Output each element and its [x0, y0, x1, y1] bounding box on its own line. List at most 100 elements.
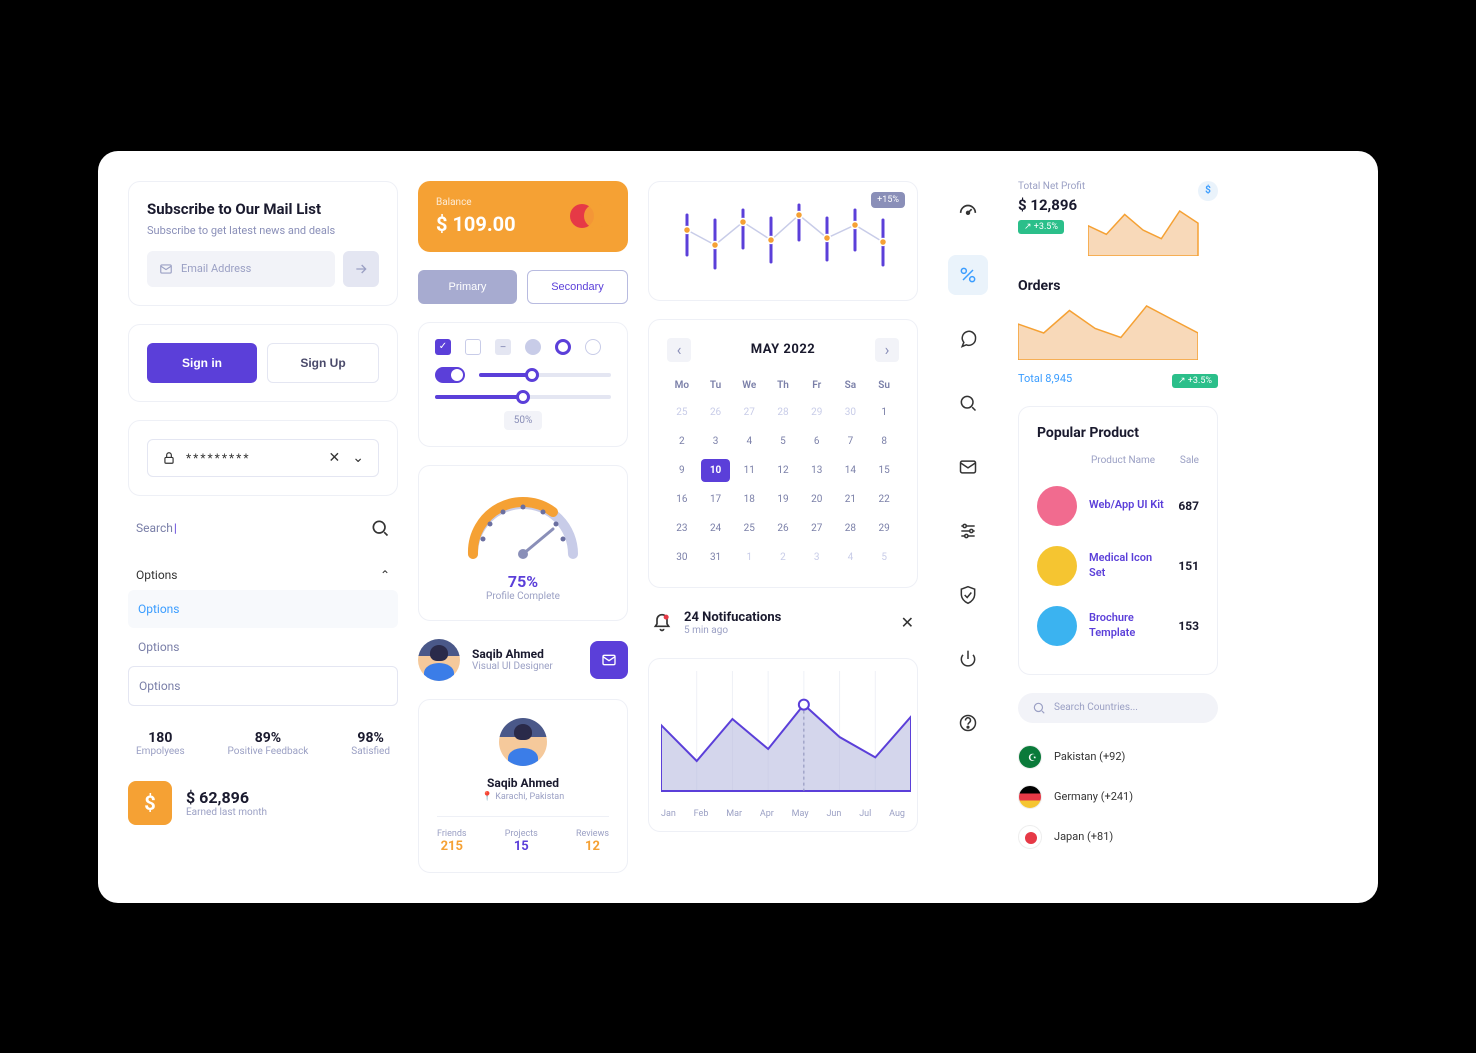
product-sale: 687 [1178, 499, 1199, 513]
email-input[interactable]: Email Address [147, 251, 335, 287]
mail-button[interactable] [590, 641, 628, 679]
calendar-day[interactable]: 13 [802, 459, 832, 482]
calendar-day[interactable]: 3 [701, 430, 731, 453]
stat-value: 180 [136, 730, 185, 746]
calendar-day[interactable]: 7 [836, 430, 866, 453]
bell-icon [652, 613, 672, 633]
radio-empty[interactable] [585, 339, 601, 355]
calendar-day[interactable]: 19 [768, 488, 798, 511]
calendar-day[interactable]: 6 [802, 430, 832, 453]
calendar-day[interactable]: 14 [836, 459, 866, 482]
calendar-day[interactable]: 20 [802, 488, 832, 511]
calendar-day[interactable]: 12 [768, 459, 798, 482]
primary-pill[interactable]: Primary [418, 270, 517, 304]
calendar-day[interactable]: 18 [734, 488, 764, 511]
country-row[interactable]: Japan (+81) [1018, 817, 1218, 857]
email-placeholder: Email Address [181, 262, 251, 275]
calendar-day[interactable]: 1 [869, 401, 899, 424]
radio-filled[interactable] [525, 339, 541, 355]
subscribe-submit-button[interactable] [343, 251, 379, 287]
calendar-day[interactable]: 29 [869, 517, 899, 540]
calendar-day[interactable]: 28 [768, 401, 798, 424]
calendar-day[interactable]: 4 [836, 546, 866, 569]
search-label: Search [136, 521, 177, 535]
calendar-day[interactable]: 30 [667, 546, 697, 569]
mail-icon[interactable] [948, 447, 988, 487]
calendar-day[interactable]: 11 [734, 459, 764, 482]
calendar-day[interactable]: 5 [768, 430, 798, 453]
search-icon[interactable] [948, 383, 988, 423]
person-role: Visual UI Designer [472, 661, 553, 672]
arrow-right-icon [353, 261, 369, 277]
calendar-card: ‹ MAY 2022 › MoTuWeThFrSaSu2526272829301… [648, 319, 918, 588]
power-icon[interactable] [948, 639, 988, 679]
percent-icon[interactable] [948, 255, 988, 295]
calendar-day[interactable]: 17 [701, 488, 731, 511]
option-item[interactable]: Options [128, 666, 398, 706]
signin-button[interactable]: Sign in [147, 343, 257, 383]
calendar-day[interactable]: 29 [802, 401, 832, 424]
person-name: Saqib Ahmed [472, 647, 553, 661]
sliders-icon[interactable] [948, 511, 988, 551]
profile-stat: Friends215 [437, 829, 467, 854]
option-item[interactable]: Options [128, 628, 398, 666]
calendar-day[interactable]: 15 [869, 459, 899, 482]
radio-selected[interactable] [555, 339, 571, 355]
calendar-day[interactable]: 2 [667, 430, 697, 453]
calendar-next-button[interactable]: › [875, 338, 899, 362]
toggle-switch[interactable] [435, 367, 465, 383]
orders-title: Orders [1018, 278, 1218, 294]
country-row[interactable]: Germany (+241) [1018, 777, 1218, 817]
calendar-day[interactable]: 26 [701, 401, 731, 424]
calendar-day[interactable]: 8 [869, 430, 899, 453]
calendar-dow: Th [768, 376, 798, 395]
password-field[interactable]: ********* ✕ ⌄ [147, 439, 379, 477]
calendar-day[interactable]: 4 [734, 430, 764, 453]
calendar-day[interactable]: 27 [734, 401, 764, 424]
search-field[interactable]: Search [128, 514, 398, 542]
option-item[interactable]: Options [128, 590, 398, 628]
calendar-day[interactable]: 5 [869, 546, 899, 569]
close-icon[interactable]: ✕ [901, 613, 914, 632]
checkbox-indeterminate[interactable]: − [495, 339, 511, 355]
product-row[interactable]: Web/App UI Kit687 [1037, 476, 1199, 536]
calendar-day[interactable]: 16 [667, 488, 697, 511]
secondary-pill[interactable]: Secondary [527, 270, 628, 304]
calendar-day[interactable]: 9 [667, 459, 697, 482]
slider-2[interactable] [435, 395, 611, 399]
calendar-day[interactable]: 30 [836, 401, 866, 424]
calendar-prev-button[interactable]: ‹ [667, 338, 691, 362]
calendar-day[interactable]: 1 [734, 546, 764, 569]
help-icon[interactable] [948, 703, 988, 743]
calendar-day[interactable]: 26 [768, 517, 798, 540]
signup-button[interactable]: Sign Up [267, 343, 379, 383]
slider-1[interactable] [479, 373, 611, 377]
calendar-day[interactable]: 3 [802, 546, 832, 569]
calendar-day[interactable]: 25 [734, 517, 764, 540]
calendar-day[interactable]: 31 [701, 546, 731, 569]
checkbox-empty[interactable] [465, 339, 481, 355]
shield-icon[interactable] [948, 575, 988, 615]
chat-icon[interactable] [948, 319, 988, 359]
calendar-day[interactable]: 24 [701, 517, 731, 540]
calendar-day[interactable]: 2 [768, 546, 798, 569]
calendar-day[interactable]: 21 [836, 488, 866, 511]
product-row[interactable]: Medical Icon Set151 [1037, 536, 1199, 596]
chevron-down-icon[interactable]: ⌄ [352, 450, 364, 466]
gauge-icon[interactable] [948, 191, 988, 231]
calendar-day[interactable]: 22 [869, 488, 899, 511]
calendar-day[interactable]: 27 [802, 517, 832, 540]
calendar-day[interactable]: 23 [667, 517, 697, 540]
clear-icon[interactable]: ✕ [329, 450, 341, 466]
calendar-day[interactable]: 10 [701, 459, 731, 482]
stat-label: Satisfied [351, 746, 390, 757]
country-row[interactable]: ☪Pakistan (+92) [1018, 737, 1218, 777]
product-row[interactable]: Brochure Template153 [1037, 596, 1199, 656]
checkbox-checked[interactable]: ✓ [435, 339, 451, 355]
calendar-day[interactable]: 28 [836, 517, 866, 540]
options-header[interactable]: Options ⌃ [128, 560, 398, 590]
profit-amount: $ 12,896 [1018, 196, 1085, 214]
calendar-title: MAY 2022 [751, 342, 816, 357]
country-search-input[interactable]: Search Countries... [1018, 693, 1218, 723]
calendar-day[interactable]: 25 [667, 401, 697, 424]
